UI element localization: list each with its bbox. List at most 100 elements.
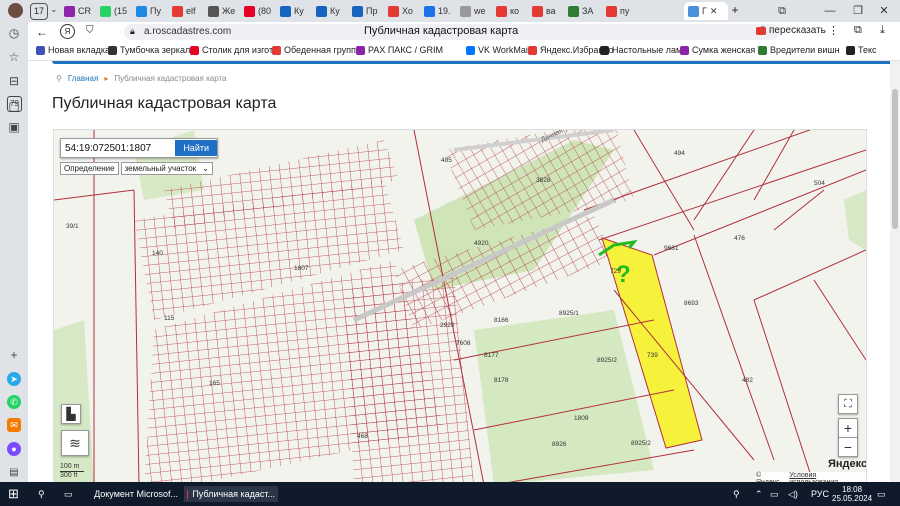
bookmark-item[interactable]: PAX ПАКС / GRIM [356,45,443,55]
minimize-button[interactable]: — [820,3,840,19]
scrollbar-thumb[interactable] [892,89,898,229]
taskbar-search-icon[interactable]: ⚲ [38,486,45,502]
parcel-label[interactable]: 2920 [440,322,455,329]
parcel-label[interactable]: 8925/2 [597,357,617,364]
parcel-label[interactable]: 8926 [552,441,567,448]
tab-7[interactable]: Ку [280,2,314,20]
clock[interactable]: 18:08 25.05.2024 [832,485,872,503]
terms-link[interactable]: Условия использования [789,472,866,482]
tab-4[interactable]: elf [172,2,206,20]
alice-icon[interactable]: ● [7,442,21,456]
tab-5[interactable]: Же [208,2,242,20]
parcel-label[interactable]: 4920 [474,240,489,247]
parcel-label[interactable]: 1807 [294,265,309,272]
parcel-label[interactable]: 739 [647,352,658,359]
parcel-label[interactable]: 140 [152,250,163,257]
page-scrollbar[interactable] [890,61,900,482]
collections-icon[interactable]: ⧉ [772,3,792,19]
tab-10[interactable]: Хо [388,2,422,20]
tab-8[interactable]: Ку [316,2,350,20]
parcel-label[interactable]: 3828 [536,177,551,184]
whatsapp-icon[interactable]: ✆ [7,395,21,409]
tab-15[interactable]: ЗА [568,2,602,20]
zoom-out-button[interactable]: − [838,437,858,457]
sidebar-settings-icon[interactable]: ▤ [7,466,21,480]
taskbar-word[interactable]: Документ Microsof... [90,486,178,502]
parcel-label[interactable]: 8166 [494,317,509,324]
bookmarks-icon[interactable]: ☆ [7,50,21,64]
bookmark-item[interactable]: Настольные ламп [600,45,687,55]
parcel-label[interactable]: 476 [734,235,745,242]
tray-chevron-icon[interactable]: ⌃ [755,486,763,502]
url-field[interactable]: 🔒︎ a.roscadastres.com Публичная кадастро… [124,24,779,40]
layers-button[interactable]: ≋ [61,430,89,456]
taskbar-browser[interactable]: Публичная кадаст... [184,486,278,502]
person-icon[interactable]: ⚲ [733,486,740,502]
retell-button[interactable]: пересказать [756,25,826,36]
bookmark-item[interactable]: Текс [846,45,877,55]
parcel-label[interactable]: 8925/1 [559,310,579,317]
tab-counter[interactable]: 17 [30,3,48,20]
parcel-label[interactable]: 115 [164,315,175,322]
shield-icon[interactable]: ⛉ [86,25,94,36]
tabs-dropdown-icon[interactable]: ⌄ [50,4,58,15]
network-icon[interactable]: ▭ [770,486,779,502]
parcel-label[interactable]: 165 [209,380,220,387]
cadastral-map[interactable]: Дачная ул. ? 485 494 504 39/1 9681 476 8693 892… [53,129,867,482]
tab-16[interactable]: пу [606,2,640,20]
tab-close-icon[interactable]: ✕ [710,6,718,17]
breadcrumb-home[interactable]: Главная [68,74,98,83]
media-icon[interactable]: ▣ [7,120,21,134]
object-type-select[interactable]: земельный участок ⌄ [120,162,213,175]
download-icon[interactable]: ⤓ [880,24,885,37]
mail-badge[interactable]: 79 [7,96,22,112]
maximize-button[interactable]: ❐ [848,3,868,19]
parcel-label[interactable]: 1809 [574,415,589,422]
tab-6[interactable]: (80 [244,2,278,20]
bookmark-item[interactable]: Обеденная групп [272,45,356,55]
tab-9[interactable]: Пр [352,2,386,20]
extensions-icon[interactable]: ⧉ [854,24,862,37]
bookmark-item[interactable]: Сумка женская W [680,45,766,55]
start-button[interactable]: ⊞ [8,486,19,502]
new-tab-button[interactable]: + [728,3,742,17]
parcel-label[interactable]: 468 [357,433,368,440]
add-panel-icon[interactable]: + [7,348,21,362]
downloads-icon[interactable]: ⊟ [7,74,21,88]
parcel-label[interactable]: 7608 [456,340,471,347]
parcel-label[interactable]: 485 [441,157,452,164]
parcel-label[interactable]: 8178 [494,377,509,384]
history-icon[interactable]: ◷ [7,26,21,40]
bookmark-item[interactable]: Новая вкладка [36,45,110,55]
task-view-icon[interactable]: ▭ [64,486,73,502]
bookmark-item[interactable]: VK WorkMail [466,45,530,55]
language-indicator[interactable]: РУС [811,486,829,502]
close-window-button[interactable]: ✕ [874,3,894,19]
notifications-icon[interactable]: ▭ [877,486,886,502]
parcel-label[interactable]: 504 [814,180,825,187]
bookmark-item[interactable]: Вредители вишн [758,45,840,55]
profile-avatar[interactable] [8,3,23,18]
volume-icon[interactable]: ◁) [788,486,798,502]
parcel-label[interactable]: 482 [742,377,753,384]
parcel-label[interactable]: 9681 [664,245,679,252]
tab-active[interactable]: Г ✕ [684,2,728,20]
tab-3[interactable]: Пу [136,2,170,20]
search-button[interactable]: Найти [175,140,217,156]
map-canvas[interactable]: Дачная ул. ? 48549450439/196814768693892… [54,130,866,482]
mail-app-icon[interactable]: ✉ [7,418,21,432]
tab-14[interactable]: ва [532,2,566,20]
ruler-button[interactable]: ▙ [61,404,81,424]
more-menu-icon[interactable]: ⋮ [828,24,839,37]
tab-1[interactable]: CR [64,2,98,20]
back-button[interactable]: ← [36,25,48,39]
tab-12[interactable]: we [460,2,494,20]
fullscreen-button[interactable]: ⛶ [838,394,858,414]
tab-13[interactable]: ко [496,2,530,20]
parcel-label[interactable]: 39/1 [66,223,79,230]
cadastre-search-input[interactable]: 54:19:072501:1807 [61,143,175,154]
telegram-icon[interactable]: ➤ [7,372,21,386]
parcel-label[interactable]: 8925/2 [631,440,651,447]
parcel-label[interactable]: 494 [674,150,685,157]
tab-2[interactable]: (15 [100,2,134,20]
